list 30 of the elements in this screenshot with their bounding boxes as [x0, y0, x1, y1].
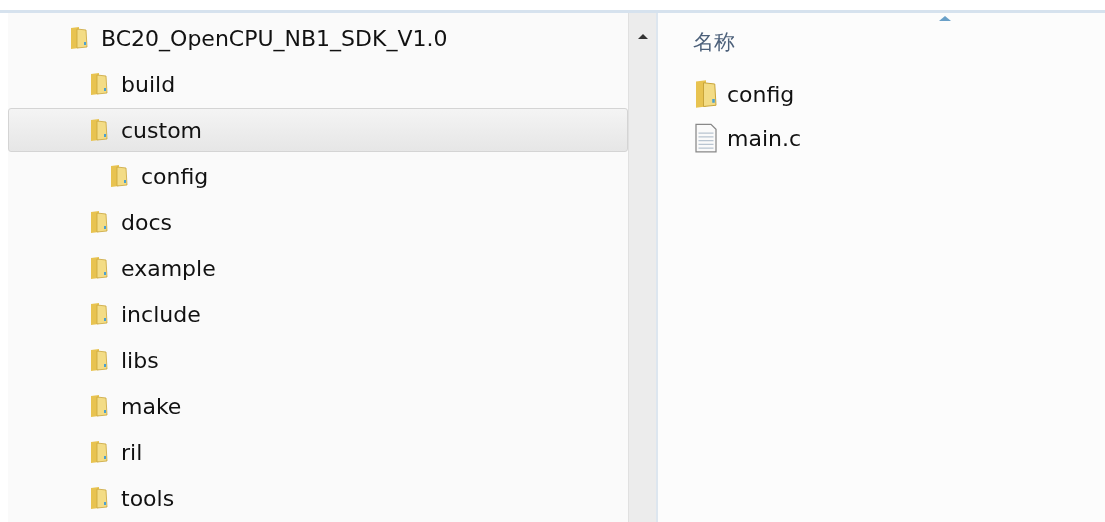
tree-item[interactable]: tools [8, 476, 628, 520]
sort-ascending-icon [938, 15, 952, 22]
folder-icon [89, 72, 109, 96]
column-header[interactable]: 名称 [693, 28, 1105, 58]
folder-icon [693, 79, 719, 109]
folder-icon [89, 394, 109, 418]
tree-item[interactable]: config [8, 154, 628, 198]
folder-icon [89, 348, 109, 372]
tree-item[interactable]: docs [8, 200, 628, 244]
folder-icon [89, 210, 109, 234]
folder-icon [89, 302, 109, 326]
tree-item[interactable]: ril [8, 430, 628, 474]
folder-icon [69, 26, 89, 50]
document-icon [693, 123, 719, 153]
scrollbar[interactable] [628, 13, 658, 522]
file-name[interactable]: main.c [727, 125, 802, 151]
tree-item[interactable]: include [8, 292, 628, 336]
tree-item[interactable]: libs [8, 338, 628, 382]
folder-icon [89, 118, 109, 142]
tree-item[interactable]: make [8, 384, 628, 428]
scroll-up-icon[interactable] [636, 33, 649, 40]
tree-item[interactable]: example [8, 246, 628, 290]
folder-icon [89, 440, 109, 464]
folder-icon [89, 486, 109, 510]
folder-icon [109, 164, 129, 188]
tree-item[interactable]: build [8, 62, 628, 106]
tree-item[interactable]: BC20_OpenCPU_NB1_SDK_V1.0 [8, 16, 628, 60]
folder-icon [89, 256, 109, 280]
tree-item[interactable]: custom [8, 108, 628, 152]
file-name[interactable]: config [727, 81, 795, 107]
